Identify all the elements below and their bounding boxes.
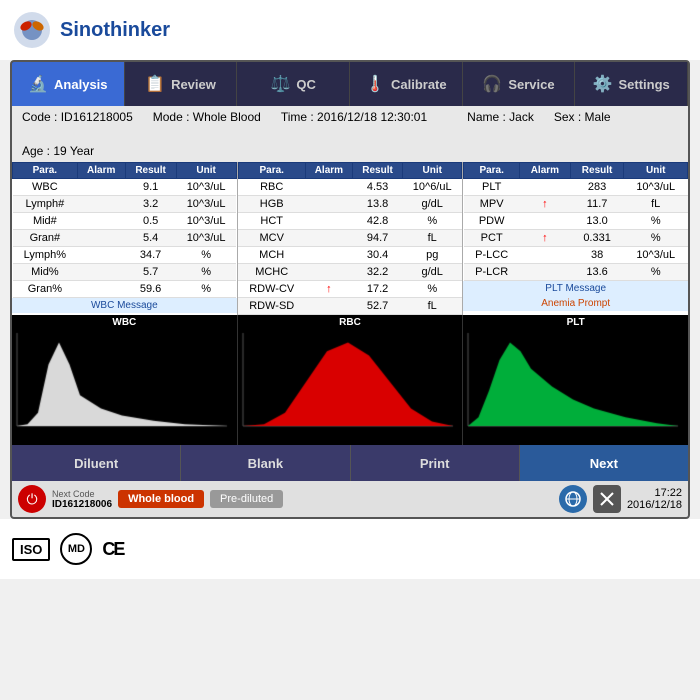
- plt-row: PCT↑0.331%: [464, 230, 688, 247]
- next-button[interactable]: Next: [520, 445, 688, 481]
- ce-badge: CE: [102, 539, 123, 560]
- rbc-col-unit: Unit: [403, 163, 462, 179]
- wbc-row: Gran%59.6%: [13, 281, 237, 298]
- wbc-row: Mid%5.7%: [13, 264, 237, 281]
- current-time: 17:22: [627, 487, 682, 499]
- rbc-row: RBC4.5310^6/uL: [238, 179, 462, 196]
- plt-chart: [463, 328, 683, 436]
- pre-diluted-button[interactable]: Pre-diluted: [210, 490, 283, 508]
- wbc-col-para: Para.: [13, 163, 78, 179]
- patient-code: Code : ID161218005: [22, 110, 133, 124]
- next-code-label: Next Code: [52, 489, 112, 499]
- review-icon: 📋: [145, 74, 165, 94]
- plt-row: P-LCR13.6%: [464, 264, 688, 281]
- camera-icon: [593, 485, 621, 513]
- rbc-panel: Para. Alarm Result Unit RBC4.5310^6/uLHG…: [238, 162, 464, 315]
- plt-message: PLT Message: [463, 281, 688, 296]
- service-icon: 🎧: [482, 74, 502, 94]
- power-button[interactable]: ⏻: [18, 485, 46, 513]
- plt-col-alarm: Alarm: [520, 163, 571, 179]
- logo-icon: [12, 10, 52, 50]
- logo-text: Sinothinker: [60, 19, 170, 42]
- tab-settings[interactable]: ⚙️ Settings: [575, 62, 688, 106]
- patient-info: Code : ID161218005 Mode : Whole Blood Ti…: [12, 106, 688, 162]
- rbc-col-alarm: Alarm: [305, 163, 352, 179]
- footer: ISO MD CE: [0, 519, 700, 579]
- whole-blood-button[interactable]: Whole blood: [118, 490, 204, 508]
- patient-age: Age : 19 Year: [22, 144, 94, 158]
- rbc-table: Para. Alarm Result Unit RBC4.5310^6/uLHG…: [238, 162, 463, 315]
- next-code-section: Next Code ID161218006: [52, 489, 112, 510]
- settings-icon: ⚙️: [593, 74, 613, 94]
- logo-area: Sinothinker: [0, 0, 700, 60]
- wbc-table: Para. Alarm Result Unit WBC9.110^3/uLLym…: [12, 162, 237, 298]
- plt-row: PLT28310^3/uL: [464, 179, 688, 196]
- rbc-col-para: Para.: [238, 163, 305, 179]
- wbc-row: Mid#0.510^3/uL: [13, 213, 237, 230]
- status-bar: ⏻ Next Code ID161218006 Whole blood Pre-…: [12, 481, 688, 517]
- tab-service[interactable]: 🎧 Service: [463, 62, 576, 106]
- next-code-value: ID161218006: [52, 499, 112, 510]
- rbc-chart-label: RBC: [238, 315, 463, 328]
- blank-button[interactable]: Blank: [181, 445, 350, 481]
- rbc-row: RDW-SD52.7fL: [238, 298, 462, 315]
- patient-mode: Mode : Whole Blood: [153, 110, 261, 124]
- rbc-col-result: Result: [353, 163, 403, 179]
- tab-qc[interactable]: ⚖️ QC: [237, 62, 350, 106]
- nav-tabs: 🔬 Analysis 📋 Review ⚖️ QC 🌡️ Calibrate 🎧…: [12, 62, 688, 106]
- plt-chart-label: PLT: [463, 315, 688, 328]
- status-icons: 17:22 2016/12/18: [559, 485, 682, 513]
- plt-panel: Para. Alarm Result Unit PLT28310^3/uLMPV…: [463, 162, 688, 315]
- rbc-row: HGB13.8g/dL: [238, 196, 462, 213]
- qc-icon: ⚖️: [270, 74, 290, 94]
- rbc-row: RDW-CV↑17.2%: [238, 281, 462, 298]
- wbc-col-result: Result: [125, 163, 176, 179]
- wbc-chart-label: WBC: [12, 315, 237, 328]
- wbc-panel: Para. Alarm Result Unit WBC9.110^3/uLLym…: [12, 162, 238, 315]
- rbc-row: MCV94.7fL: [238, 230, 462, 247]
- print-button[interactable]: Print: [351, 445, 520, 481]
- wbc-col-unit: Unit: [176, 163, 236, 179]
- plt-chart-container: PLT: [463, 315, 688, 445]
- plt-col-result: Result: [570, 163, 624, 179]
- network-icon: [559, 485, 587, 513]
- plt-col-unit: Unit: [624, 163, 688, 179]
- patient-name: Name : Jack: [467, 110, 534, 124]
- md-badge: MD: [60, 533, 92, 565]
- patient-sex: Sex : Male: [554, 110, 611, 124]
- patient-time: Time : 2016/12/18 12:30:01: [281, 110, 427, 124]
- wbc-row: WBC9.110^3/uL: [13, 179, 237, 196]
- plt-table: Para. Alarm Result Unit PLT28310^3/uLMPV…: [463, 162, 688, 281]
- wbc-chart: [12, 328, 232, 436]
- data-section: Para. Alarm Result Unit WBC9.110^3/uLLym…: [12, 162, 688, 315]
- main-panel: 🔬 Analysis 📋 Review ⚖️ QC 🌡️ Calibrate 🎧…: [10, 60, 690, 519]
- rbc-row: HCT42.8%: [238, 213, 462, 230]
- rbc-row: MCHC32.2g/dL: [238, 264, 462, 281]
- plt-row: PDW13.0%: [464, 213, 688, 230]
- plt-row: MPV↑11.7fL: [464, 196, 688, 213]
- plt-col-para: Para.: [464, 163, 520, 179]
- anemia-prompt: Anemia Prompt: [463, 296, 688, 311]
- wbc-chart-container: WBC: [12, 315, 238, 445]
- rbc-chart: [238, 328, 458, 436]
- tab-calibrate[interactable]: 🌡️ Calibrate: [350, 62, 463, 106]
- rbc-chart-container: RBC: [238, 315, 464, 445]
- wbc-row: Lymph%34.7%: [13, 247, 237, 264]
- iso-badge: ISO: [12, 538, 50, 561]
- current-date: 2016/12/18: [627, 499, 682, 511]
- wbc-row: Lymph#3.210^3/uL: [13, 196, 237, 213]
- diluent-button[interactable]: Diluent: [12, 445, 181, 481]
- time-display: 17:22 2016/12/18: [627, 487, 682, 511]
- charts-section: WBC RBC PLT: [12, 315, 688, 445]
- plt-row: P-LCC3810^3/uL: [464, 247, 688, 264]
- calibrate-icon: 🌡️: [365, 74, 385, 94]
- tab-analysis[interactable]: 🔬 Analysis: [12, 62, 125, 106]
- wbc-message: WBC Message: [12, 298, 237, 313]
- rbc-row: MCH30.4pg: [238, 247, 462, 264]
- tab-review[interactable]: 📋 Review: [125, 62, 238, 106]
- bottom-buttons: Diluent Blank Print Next: [12, 445, 688, 481]
- wbc-row: Gran#5.410^3/uL: [13, 230, 237, 247]
- analysis-icon: 🔬: [28, 74, 48, 94]
- wbc-col-alarm: Alarm: [77, 163, 125, 179]
